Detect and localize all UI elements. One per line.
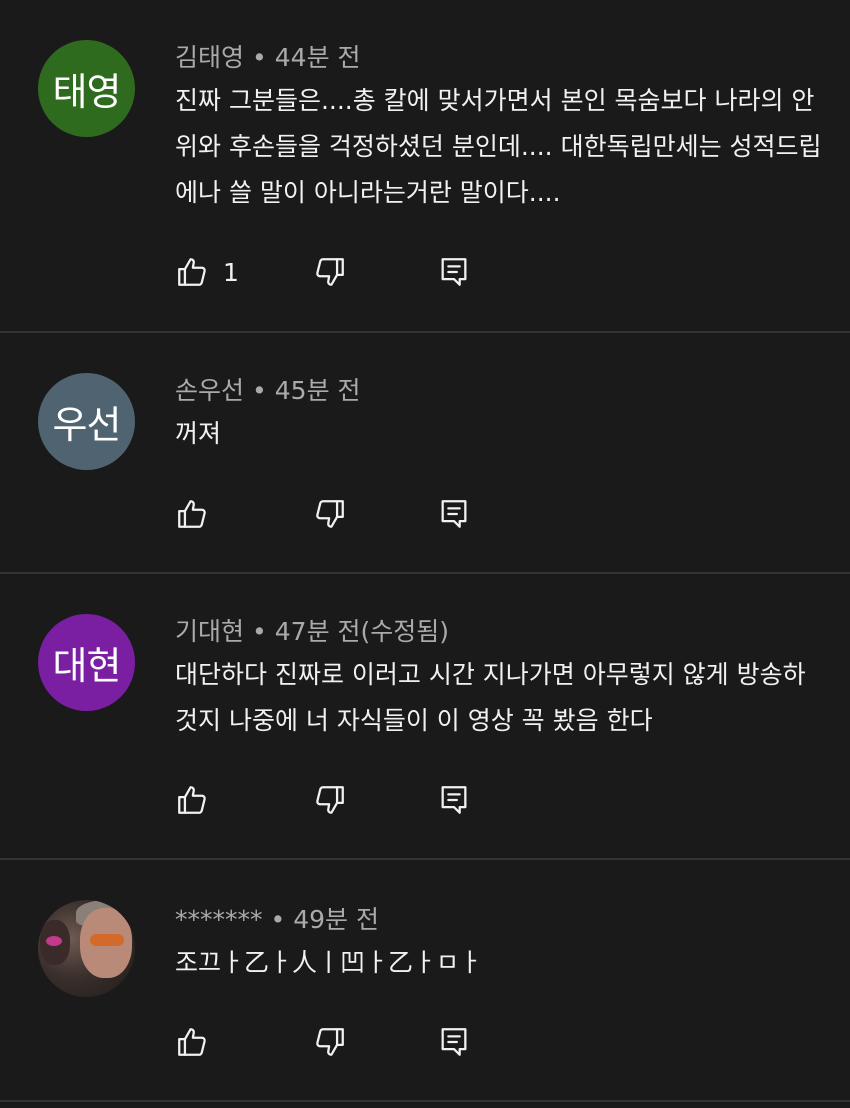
comment-actions (175, 1022, 495, 1062)
separator-dot: • (252, 617, 267, 646)
reply-button[interactable] (437, 780, 471, 820)
avatar[interactable]: 태영 (38, 40, 135, 137)
comment-time[interactable]: 44분 전 (275, 43, 361, 72)
separator-dot: • (252, 376, 267, 405)
comment-time[interactable]: 49분 전 (293, 905, 379, 934)
dislike-button[interactable] (313, 780, 347, 820)
comment-item: 우선 손우선 • 45분 전 꺼져 (0, 333, 850, 574)
comment-text: 대단하다 진짜로 이러고 시간 지나가면 아무렇지 않게 방송하 것지 나중에 … (175, 660, 806, 735)
like-button[interactable] (175, 1022, 223, 1062)
comment-author[interactable]: ******* (175, 905, 263, 934)
like-button[interactable] (175, 780, 223, 820)
thumbs-up-icon (178, 500, 206, 528)
thumbs-down-icon (316, 258, 344, 286)
thumbs-down-icon (316, 500, 344, 528)
comment-text: 진짜 그분들은....총 칼에 맞서가면서 본인 목숨보다 나라의 안 위와 후… (175, 86, 822, 207)
thumbs-down-icon (316, 786, 344, 814)
avatar-photo-detail (46, 936, 62, 946)
comment-meta: 김태영 • 44분 전 (175, 38, 361, 74)
comment-author[interactable]: 기대현 (175, 617, 244, 646)
like-button[interactable]: 1 (175, 252, 239, 292)
avatar[interactable]: 대현 (38, 614, 135, 711)
comment-actions (175, 494, 495, 534)
comment-author[interactable]: 손우선 (175, 376, 244, 405)
comment-item: 대현 기대현 • 47분 전(수정됨) 대단하다 진짜로 이러고 시간 지나가면 아… (0, 574, 850, 860)
comment-time[interactable]: 45분 전 (275, 376, 361, 405)
avatar[interactable] (38, 900, 135, 997)
thumbs-up-icon (178, 1028, 206, 1056)
comment-time[interactable]: 47분 전(수정됨) (275, 617, 449, 646)
comment-meta: 손우선 • 45분 전 (175, 371, 361, 407)
avatar-photo-detail (90, 934, 124, 946)
comment-item: 태영 김태영 • 44분 전 진짜 그분들은....총 칼에 맞서가면서 본인 목숨… (0, 0, 850, 333)
comment-author[interactable]: 김태영 (175, 43, 244, 72)
like-count: 1 (223, 257, 239, 287)
comment-actions: 1 (175, 252, 495, 292)
dislike-button[interactable] (313, 1022, 347, 1062)
avatar[interactable]: 우선 (38, 373, 135, 470)
reply-icon (441, 500, 467, 528)
reply-button[interactable] (437, 252, 471, 292)
comment-meta: 기대현 • 47분 전(수정됨) (175, 612, 449, 648)
reply-button[interactable] (437, 1022, 471, 1062)
reply-icon (441, 786, 467, 814)
thumbs-up-icon (178, 258, 206, 286)
like-button[interactable] (175, 494, 223, 534)
dislike-button[interactable] (313, 494, 347, 534)
comment-text: 꺼져 (175, 419, 222, 448)
reply-button[interactable] (437, 494, 471, 534)
comment-item: ******* • 49분 전 조끄ㅏ乙ㅏ人ㅣ凹ㅏ乙ㅏㅁㅏ (0, 860, 850, 1102)
separator-dot: • (270, 905, 286, 934)
dislike-button[interactable] (313, 252, 347, 292)
comment-meta: ******* • 49분 전 (175, 900, 379, 936)
thumbs-up-icon (178, 786, 206, 814)
comment-actions (175, 780, 495, 820)
comment-text: 조끄ㅏ乙ㅏ人ㅣ凹ㅏ乙ㅏㅁㅏ (175, 948, 483, 977)
reply-icon (441, 1028, 467, 1056)
thumbs-down-icon (316, 1028, 344, 1056)
reply-icon (441, 258, 467, 286)
separator-dot: • (252, 43, 267, 72)
